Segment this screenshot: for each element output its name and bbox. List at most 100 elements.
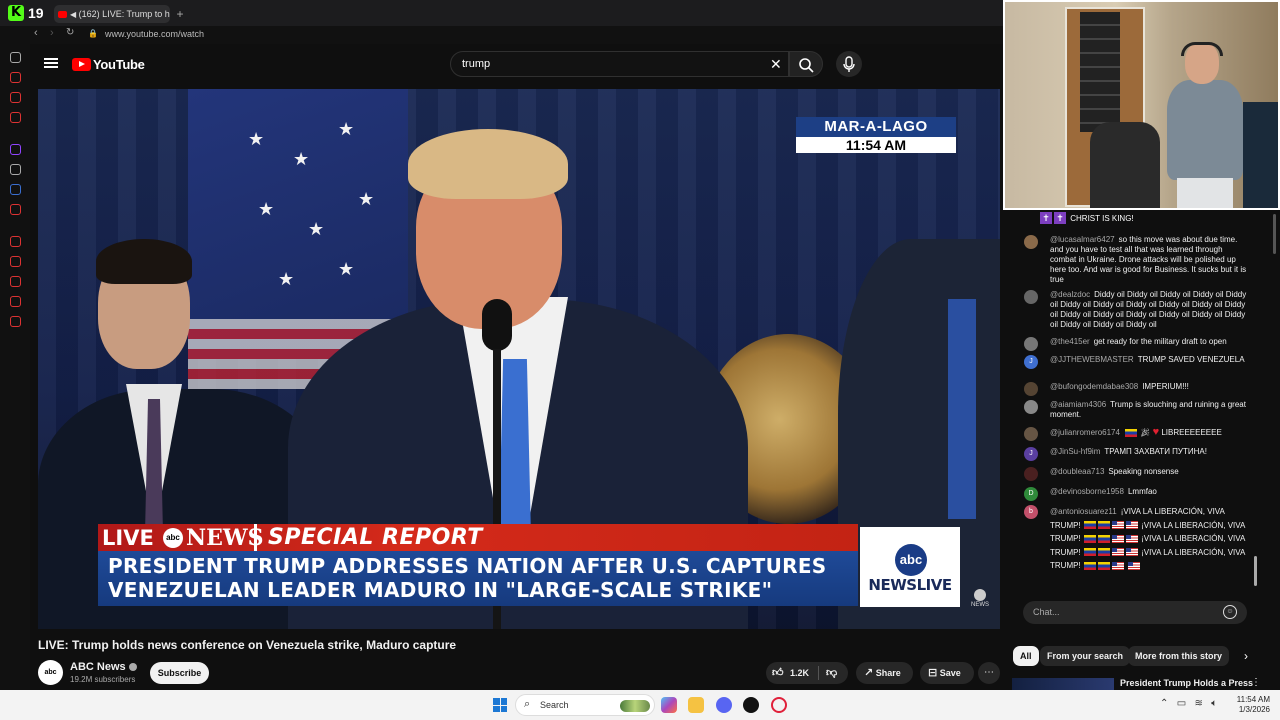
us-flag-emoji [1111,561,1124,570]
video-title: LIVE: Trump holds news conference on Ven… [38,638,457,652]
chevron-right-icon[interactable]: › [1238,646,1254,666]
us-flag-emoji [1125,521,1138,530]
dislike-button[interactable]: 👎︎ [826,662,837,684]
venezuela-flag-emoji [1097,561,1110,570]
chat-username: @devinosborne1958 [1050,487,1124,496]
venezuela-flag-emoji [1097,548,1110,557]
venezuela-flag-emoji [1083,561,1096,570]
chat-username: @the415er [1050,337,1090,346]
browser-tab-youtube[interactable]: ◀ (162) LIVE: Trump to h [54,5,170,23]
headline-line-2: VENEZUELAN LEADER MADURO IN "LARGE-SCALE… [108,578,773,602]
cross-emoji: ✝ [1054,212,1066,224]
sidebar-app-icon[interactable] [10,72,21,83]
subscribe-button[interactable]: Subscribe [150,662,209,684]
clock-date: 1/3/2026 [1238,705,1270,714]
news-lower-third: LIVE abc NEWS SPECIAL REPORT PRESIDENT T… [98,524,858,606]
hamburger-menu-icon[interactable] [44,56,58,70]
chat-username: @dealzdoc [1050,290,1091,299]
page-scrollbar[interactable] [1273,214,1276,254]
chat-message-text: get ready for the military draft to open [1093,337,1227,346]
sidebar-app-icon[interactable] [10,316,21,327]
like-button[interactable]: 👍︎ 1.2K [772,662,809,684]
sidebar-app-icon[interactable] [10,276,21,287]
thumbs-up-icon: 👍︎ [772,666,784,679]
subscriber-count: 19.2M subscribers [70,675,136,684]
reload-icon[interactable]: ↻ [66,27,74,38]
save-button[interactable]: ⊟ Save [920,662,974,684]
system-tray[interactable]: ⌃ ▭ ≋ 🔈︎ [1160,698,1217,709]
back-icon[interactable]: ‹ [34,27,38,39]
live-label: LIVE [102,526,154,550]
channel-name-text: ABC News [70,661,126,673]
channel-name[interactable]: ABC News [70,661,137,673]
search-highlight-image [620,700,650,712]
chat-username: @JinSu-hf9im [1050,447,1101,456]
sidebar-app-icon[interactable] [10,92,21,103]
watermark-text: NEWS [971,602,989,608]
x-icon[interactable] [10,164,21,175]
windows-start-icon[interactable] [493,698,507,712]
video-player[interactable]: ★ ★ ★ ★ ★ ★ ★ ★ MAR-A-LAGO 11:54 AM LIVE… [38,89,1000,629]
chat-scrollbar[interactable] [1254,556,1257,586]
opera-icon[interactable] [771,697,787,713]
lock-icon: 🔒 [88,29,98,38]
new-tab-button[interactable]: + [172,5,188,23]
sidebar-app-icon[interactable] [10,296,21,307]
emoji-picker-icon[interactable]: ☺ [1223,605,1237,619]
recommended-title[interactable]: President Trump Holds a Press [1120,678,1253,688]
chip-from-search[interactable]: From your search [1040,646,1131,666]
copilot-icon[interactable] [661,697,677,713]
sidebar-app-icon[interactable] [10,184,21,195]
more-options-icon[interactable]: ⋮ [1251,677,1261,688]
notification-count: 19 [28,5,44,21]
search-input[interactable]: trump ✕ [450,51,789,77]
like-dislike-group: 👍︎ 1.2K 👎︎ [766,662,848,684]
banner-divider [254,524,257,551]
sidebar-app-icon[interactable] [10,52,21,63]
obs-icon[interactable] [743,697,759,713]
sidebar-app-icon[interactable] [10,204,21,215]
twitch-icon[interactable] [10,144,21,155]
avatar [1024,290,1038,304]
venezuela-flag-emoji [1083,521,1096,530]
sidebar-app-icon[interactable] [10,112,21,123]
chat-username: @julianromero6174 [1050,428,1120,437]
recommended-thumbnail[interactable] [1012,678,1114,690]
abc-circle-logo: abc [895,544,927,576]
headline-box: PRESIDENT TRUMP ADDRESSES NATION AFTER U… [98,551,858,606]
tab-title: (162) LIVE: Trump to h [78,9,170,19]
discord-icon[interactable] [716,697,732,713]
send-icon[interactable] [10,256,21,267]
avatar: J [1024,355,1038,369]
chip-more-from-story[interactable]: More from this story [1128,646,1230,666]
avatar [1024,400,1038,414]
avatar [1024,337,1038,351]
avatar: b [1024,505,1038,519]
chat-message-text: Lmmfao [1127,487,1157,496]
clear-search-icon[interactable]: ✕ [770,56,782,73]
file-explorer-icon[interactable] [688,697,704,713]
search-icon: ⌕ [524,698,531,710]
url-text[interactable]: www.youtube.com/watch [105,29,204,39]
search-button[interactable] [789,51,823,77]
share-button[interactable]: ↗ Share [856,662,913,684]
chat-message: ✝ ✝ CHRIST IS KING! [1040,212,1134,224]
us-flag-emoji [1111,548,1124,557]
chip-all[interactable]: All [1013,646,1039,666]
more-options-icon[interactable]: ⋯ [978,662,1000,684]
channel-avatar[interactable]: abc [38,660,63,685]
search-icon [799,58,814,73]
search-query: trump [462,58,491,70]
taskbar-clock[interactable]: 11:54 AM 1/3/2026 [1234,695,1270,715]
abc-watermark: NEWS [968,589,992,613]
voice-search-button[interactable] [836,51,862,77]
chat-input[interactable]: Chat... ☺ [1023,601,1247,624]
like-count: 1.2K [790,668,810,678]
forward-icon[interactable]: › [50,27,54,39]
play-icon[interactable] [10,236,21,247]
youtube-logo[interactable]: YouTube [72,56,145,74]
venezuela-flag-emoji [1083,534,1096,543]
taskbar-search[interactable]: ⌕ Search [515,694,655,716]
chat-message-text: ¡VIVA LA [1141,534,1173,543]
kick-logo-icon[interactable]: K [8,5,24,21]
